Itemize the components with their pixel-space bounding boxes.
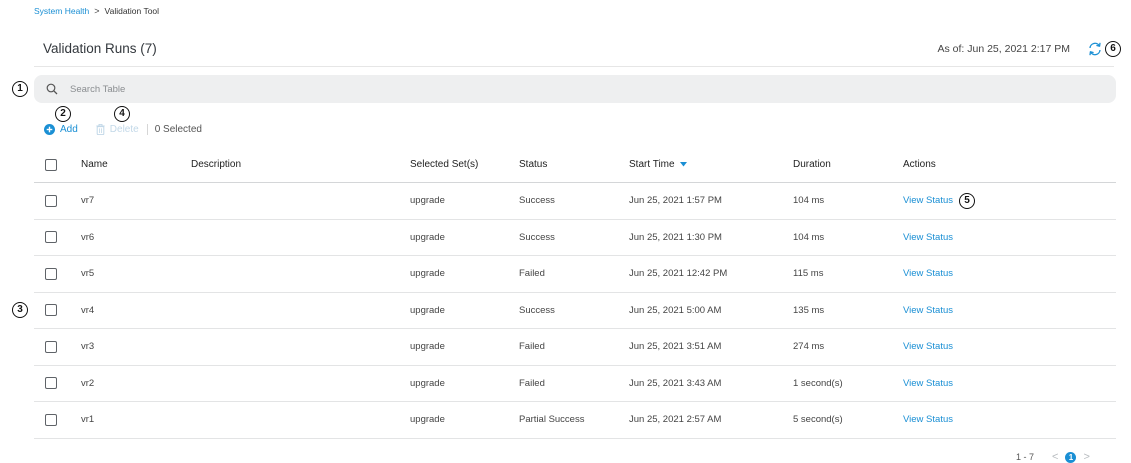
- view-status-link[interactable]: View Status: [903, 232, 953, 243]
- table-row: vr6 upgrade Success Jun 25, 2021 1:30 PM…: [34, 220, 1116, 256]
- run-duration: 104 ms: [793, 195, 825, 207]
- view-status-link[interactable]: View Status: [903, 378, 953, 389]
- table-row: vr7 upgrade Success Jun 25, 2021 1:57 PM…: [34, 183, 1116, 220]
- delete-button[interactable]: Delete: [96, 124, 139, 135]
- validation-runs-table: Name Description Selected Set(s) Status …: [34, 147, 1116, 439]
- run-name: vr6: [81, 231, 95, 243]
- toolbar-divider: [146, 124, 148, 135]
- run-start-time: Jun 25, 2021 5:00 AM: [629, 304, 722, 316]
- row-checkbox[interactable]: [45, 267, 57, 280]
- callout-3: 3: [12, 302, 28, 318]
- run-start-time: Jun 25, 2021 3:51 AM: [629, 341, 722, 353]
- breadcrumb: System Health > Validation Tool: [34, 6, 159, 16]
- run-selected-sets: upgrade: [410, 195, 445, 207]
- run-selected-sets: upgrade: [410, 377, 445, 389]
- run-name: vr1: [81, 414, 95, 426]
- row-checkbox[interactable]: [45, 377, 57, 390]
- refresh-icon[interactable]: [1087, 41, 1103, 57]
- selected-count: 0 Selected: [154, 124, 202, 135]
- column-header-selected-sets[interactable]: Selected Set(s): [410, 147, 478, 182]
- table-row: vr2 upgrade Failed Jun 25, 2021 3:43 AM …: [34, 366, 1116, 402]
- run-status: Partial Success: [519, 414, 585, 426]
- callout-4: 4: [114, 106, 130, 122]
- table-row: vr5 upgrade Failed Jun 25, 2021 12:42 PM…: [34, 256, 1116, 293]
- select-all-checkbox[interactable]: [45, 158, 57, 171]
- run-start-time: Jun 25, 2021 12:42 PM: [629, 268, 728, 280]
- run-start-time: Jun 25, 2021 1:30 PM: [629, 231, 722, 243]
- run-duration: 5 second(s): [793, 414, 843, 426]
- table-header-row: Name Description Selected Set(s) Status …: [34, 147, 1116, 183]
- run-status: Failed: [519, 268, 545, 280]
- as-of-timestamp: As of: Jun 25, 2021 2:17 PM: [937, 43, 1070, 55]
- table-row: vr4 upgrade Success Jun 25, 2021 5:00 AM…: [34, 293, 1116, 329]
- previous-page-button[interactable]: <: [1052, 451, 1058, 463]
- view-status-link[interactable]: View Status: [903, 341, 953, 352]
- breadcrumb-current: Validation Tool: [104, 6, 160, 16]
- view-status-link[interactable]: View Status: [903, 195, 953, 206]
- sort-down-icon: [679, 162, 687, 167]
- column-header-actions: Actions: [903, 159, 936, 170]
- run-selected-sets: upgrade: [410, 341, 445, 353]
- breadcrumb-separator: >: [94, 6, 100, 16]
- run-duration: 104 ms: [793, 231, 825, 243]
- callout-2: 2: [55, 106, 71, 122]
- search-icon: [46, 83, 58, 95]
- trash-icon: [96, 124, 105, 135]
- row-checkbox[interactable]: [45, 304, 57, 317]
- column-header-description[interactable]: Description: [191, 147, 241, 182]
- column-header-start-time[interactable]: Start Time: [629, 147, 687, 182]
- view-status-link[interactable]: View Status: [903, 414, 953, 425]
- run-start-time: Jun 25, 2021 2:57 AM: [629, 414, 722, 426]
- column-header-status[interactable]: Status: [519, 147, 547, 182]
- row-checkbox[interactable]: [45, 413, 57, 426]
- run-selected-sets: upgrade: [410, 414, 445, 426]
- run-name: vr2: [81, 377, 95, 389]
- table-row: vr3 upgrade Failed Jun 25, 2021 3:51 AM …: [34, 329, 1116, 366]
- run-status: Failed: [519, 377, 545, 389]
- row-checkbox[interactable]: [45, 231, 57, 244]
- column-header-duration[interactable]: Duration: [793, 147, 831, 182]
- column-header-start-time-label: Start Time: [629, 159, 675, 170]
- view-status-link[interactable]: View Status: [903, 268, 953, 279]
- view-status-link[interactable]: View Status: [903, 305, 953, 316]
- breadcrumb-system-health[interactable]: System Health: [34, 6, 89, 16]
- run-status: Failed: [519, 341, 545, 353]
- row-checkbox[interactable]: [45, 194, 57, 207]
- next-page-button[interactable]: >: [1083, 451, 1089, 463]
- page-1-button[interactable]: 1: [1065, 451, 1077, 463]
- run-name: vr3: [81, 341, 95, 353]
- search-bar: [34, 75, 1116, 103]
- run-selected-sets: upgrade: [410, 304, 445, 316]
- run-status: Success: [519, 304, 555, 316]
- column-header-name[interactable]: Name: [81, 147, 108, 182]
- run-duration: 1 second(s): [793, 377, 843, 389]
- table-toolbar: Add Delete 0 Selected: [44, 124, 202, 135]
- plus-circle-icon: [44, 124, 55, 135]
- callout-6: 6: [1105, 41, 1121, 57]
- run-name: vr5: [81, 268, 95, 280]
- table-row: vr1 upgrade Partial Success Jun 25, 2021…: [34, 402, 1116, 439]
- run-start-time: Jun 25, 2021 3:43 AM: [629, 377, 722, 389]
- pagination-range: 1 - 7: [1016, 452, 1035, 462]
- run-duration: 274 ms: [793, 341, 825, 353]
- run-duration: 115 ms: [793, 268, 824, 280]
- search-input[interactable]: [68, 82, 972, 96]
- run-duration: 135 ms: [793, 304, 825, 316]
- pagination: 1 - 7 < 1 >: [1016, 451, 1090, 463]
- run-selected-sets: upgrade: [410, 268, 445, 280]
- run-selected-sets: upgrade: [410, 231, 445, 243]
- title-divider: [34, 66, 1114, 67]
- callout-1: 1: [12, 81, 28, 97]
- run-start-time: Jun 25, 2021 1:57 PM: [629, 195, 722, 207]
- page-title: Validation Runs (7): [43, 41, 157, 56]
- run-status: Success: [519, 231, 555, 243]
- delete-button-label: Delete: [109, 124, 139, 135]
- add-button[interactable]: Add: [44, 124, 78, 135]
- run-status: Success: [519, 195, 555, 207]
- add-button-label: Add: [60, 124, 78, 135]
- run-name: vr7: [81, 195, 95, 207]
- run-name: vr4: [81, 304, 95, 316]
- row-checkbox[interactable]: [45, 340, 57, 353]
